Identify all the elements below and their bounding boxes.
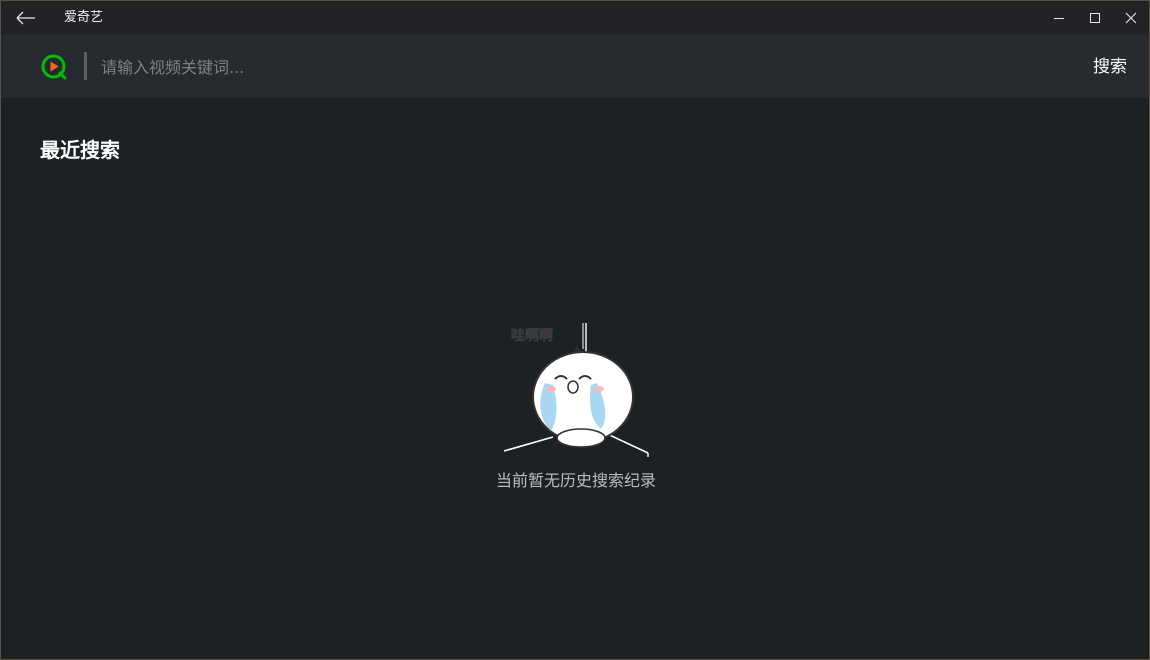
recent-search-title: 最近搜索 [40, 138, 120, 162]
title-bar: 爱奇艺 [1, 1, 1149, 35]
arrow-left-icon [16, 11, 35, 25]
close-icon [1125, 12, 1137, 24]
app-window: 爱奇艺 搜索 最近搜索 哇啊啊 [0, 0, 1150, 660]
crying-mascot-illustration: 哇啊啊 [503, 323, 649, 457]
search-bar: 搜索 [1, 35, 1149, 98]
search-input[interactable] [101, 51, 1001, 83]
empty-history-message: 当前暂无历史搜索纪录 [495, 471, 656, 490]
minimize-icon [1054, 18, 1064, 19]
close-button[interactable] [1113, 1, 1149, 35]
iqiyi-logo-icon [41, 54, 67, 80]
search-button[interactable]: 搜索 [1081, 51, 1139, 83]
maximize-button[interactable] [1077, 1, 1113, 35]
maximize-icon [1090, 13, 1100, 23]
search-divider [84, 52, 87, 80]
minimize-button[interactable] [1041, 1, 1077, 35]
illustration-caption: 哇啊啊 [511, 327, 553, 344]
window-title: 爱奇艺 [64, 10, 104, 25]
back-button[interactable] [7, 1, 45, 35]
